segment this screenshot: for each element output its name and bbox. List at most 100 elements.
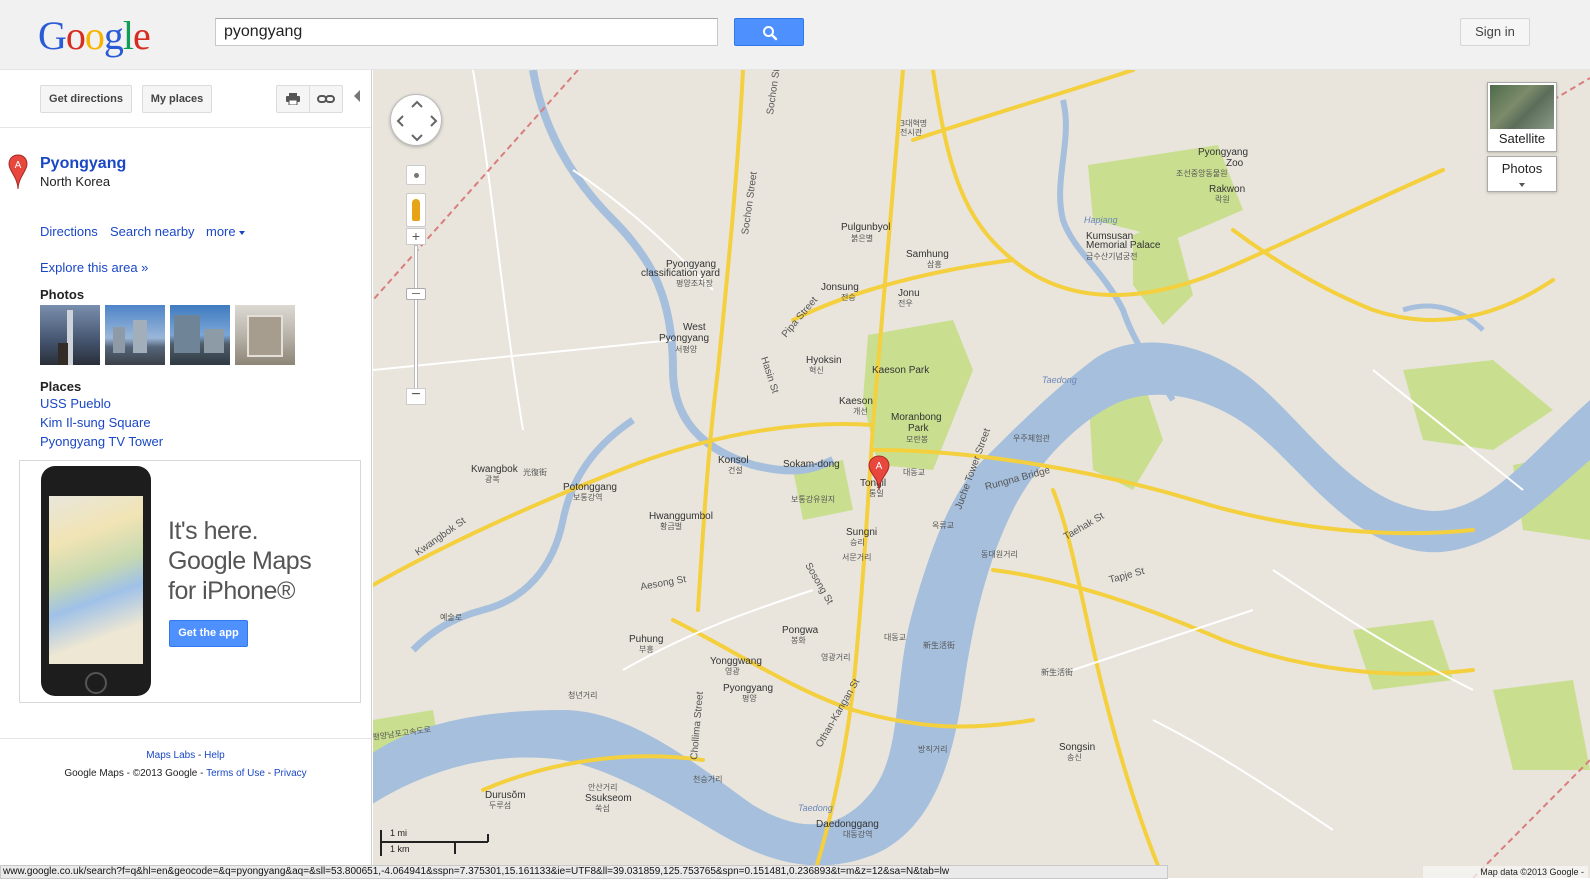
map-label: Hapjang xyxy=(1084,215,1118,225)
place-link-tv-tower[interactable]: Pyongyang TV Tower xyxy=(40,434,163,449)
map-canvas[interactable]: Pulgunbyol 붉은별 Samhung 삼흥 Jonsung 전승 Jon… xyxy=(373,70,1590,878)
satellite-thumbnail xyxy=(1490,85,1554,129)
footer-links: Maps Labs - Help xyxy=(0,750,371,761)
photos-layer-button[interactable]: Photos xyxy=(1487,156,1557,192)
map-label: Pulgunbyol xyxy=(841,222,890,233)
terms-link[interactable]: Terms of Use xyxy=(206,768,265,779)
collapse-panel-arrow-icon[interactable] xyxy=(354,90,360,102)
map-marker-a-icon[interactable]: A xyxy=(868,455,890,491)
copyright-text: Google Maps - ©2013 Google - xyxy=(64,768,207,779)
map-label: Chollima Street xyxy=(689,691,706,760)
map-label: 삼흥 xyxy=(927,259,942,269)
more-dropdown[interactable]: more xyxy=(206,224,245,239)
photo-thumbnail[interactable] xyxy=(105,305,165,365)
map-label: Othan-Kangan St xyxy=(814,677,862,750)
map-label: Pipa Street xyxy=(780,295,820,340)
place-title[interactable]: Pyongyang xyxy=(40,155,126,173)
help-link[interactable]: Help xyxy=(204,750,225,761)
pegman-body xyxy=(412,199,420,221)
map-label: 봉화 xyxy=(791,636,806,645)
photo-thumbnail[interactable] xyxy=(170,305,230,365)
zoom-slider-track[interactable] xyxy=(414,245,418,390)
map-label: 금수산기념궁전 xyxy=(1086,251,1138,261)
map-label: 천승거리 xyxy=(693,774,722,784)
map-label: Pyongyang xyxy=(723,683,773,694)
scale-kilometres: 1 km xyxy=(390,844,410,854)
get-the-app-button[interactable]: Get the app xyxy=(169,620,248,647)
map-label: Pyongyang xyxy=(659,333,709,344)
more-label: more xyxy=(206,224,236,239)
search-input[interactable] xyxy=(215,18,718,46)
map-label: Sochon Street xyxy=(765,70,785,115)
sign-in-button[interactable]: Sign in xyxy=(1460,18,1530,46)
map-label: 건설 xyxy=(728,465,743,475)
directions-link[interactable]: Directions xyxy=(40,224,98,239)
map-label: 황금벌 xyxy=(660,521,682,531)
map-label: 모란봉 xyxy=(906,434,928,444)
map-label: 혁신 xyxy=(809,366,824,375)
left-panel: Get directions My places A Pyongyang Nor… xyxy=(0,70,372,878)
map-label: Sokam-dong xyxy=(783,459,840,470)
map-label: 보통강유원지 xyxy=(791,494,835,504)
map-label: Taehak St xyxy=(1062,511,1106,543)
map-label: Hyoksin xyxy=(806,355,842,366)
iphone-image xyxy=(41,466,151,696)
iphone-promo: It's here. Google Maps for iPhone® Get t… xyxy=(19,460,361,703)
map-label: 개선 xyxy=(853,406,868,416)
satellite-view-button[interactable]: Satellite xyxy=(1487,82,1557,152)
google-logo[interactable]: Google xyxy=(38,12,151,59)
map-label: Taedong xyxy=(1042,375,1077,385)
search-button[interactable] xyxy=(734,18,804,46)
privacy-link[interactable]: Privacy xyxy=(274,768,307,779)
link-button[interactable] xyxy=(309,85,343,113)
search-nearby-link[interactable]: Search nearby xyxy=(110,224,195,239)
map-label: 평양 xyxy=(742,693,757,703)
map-label: Kwangbok St xyxy=(413,516,468,559)
map-label: Kaeson xyxy=(839,396,873,407)
marker-a-icon[interactable]: A xyxy=(8,154,28,190)
place-link-uss-pueblo[interactable]: USS Pueblo xyxy=(40,396,111,411)
map-label: 방직거리 xyxy=(918,744,947,754)
map-label: Tapje St xyxy=(1108,566,1146,586)
map-label: 안산거리 xyxy=(588,782,617,792)
map-label: 新生活街 xyxy=(1041,667,1073,677)
map-label: 新生活街 xyxy=(923,640,955,650)
zoom-out-button[interactable]: − xyxy=(406,387,426,405)
separator: - xyxy=(264,768,274,779)
map-label: 보통강역 xyxy=(573,492,602,502)
logo-letter: e xyxy=(133,13,151,58)
map-label: 평양조차장 xyxy=(676,278,713,288)
my-places-button[interactable]: My places xyxy=(142,85,212,113)
map-label: Taedong xyxy=(798,803,833,813)
explore-area-link[interactable]: Explore this area » xyxy=(40,260,148,275)
logo-letter: l xyxy=(122,13,134,58)
map-label: 동대원거리 xyxy=(981,550,1018,559)
map-label: Pongwa xyxy=(782,625,819,636)
place-subtitle: North Korea xyxy=(40,174,111,189)
photo-thumbnail[interactable] xyxy=(235,305,295,365)
map-scale: 1 mi 1 km xyxy=(380,828,490,858)
print-button[interactable] xyxy=(276,85,310,113)
link-icon xyxy=(317,95,335,103)
photo-thumbnail[interactable] xyxy=(40,305,100,365)
map-label: Jonu xyxy=(898,288,920,299)
zoom-in-button[interactable]: + xyxy=(406,228,426,245)
pan-control[interactable] xyxy=(390,94,442,146)
place-link-kim-il-sung-square[interactable]: Kim Il-sung Square xyxy=(40,415,151,430)
map-label: Park xyxy=(908,423,930,434)
map-label: 쑥섬 xyxy=(595,803,610,813)
center-map-button[interactable] xyxy=(406,165,426,185)
pegman-icon[interactable] xyxy=(406,193,426,227)
map-label: Sosong St xyxy=(802,561,835,607)
maps-labs-link[interactable]: Maps Labs xyxy=(146,750,195,761)
logo-letter: o xyxy=(84,13,105,58)
zoom-slider-handle[interactable] xyxy=(406,288,426,300)
map-label: 3대혁명 xyxy=(900,118,927,128)
places-heading: Places xyxy=(40,379,82,394)
map-label: Songsin xyxy=(1059,742,1095,753)
browser-status-bar: www.google.co.uk/search?f=q&hl=en&geocod… xyxy=(0,865,1168,879)
get-directions-button[interactable]: Get directions xyxy=(40,85,132,113)
map-label: 대동강역 xyxy=(843,829,872,839)
map-label: Zoo xyxy=(1226,158,1244,169)
map-label: West xyxy=(683,322,706,333)
